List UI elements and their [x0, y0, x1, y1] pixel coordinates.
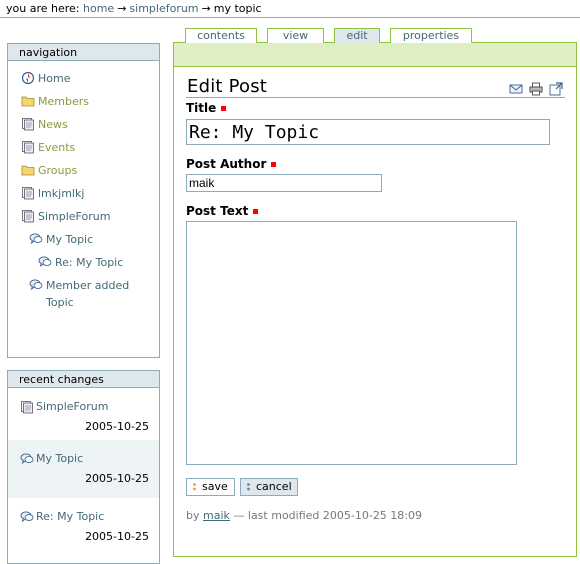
- fullscreen-icon[interactable]: [549, 82, 563, 96]
- folder-icon: [21, 96, 35, 107]
- recent-change-link[interactable]: SimpleForum: [36, 400, 108, 414]
- byline-author-link[interactable]: maik: [203, 509, 230, 522]
- recent-change-date: 2005-10-25: [85, 472, 149, 485]
- comment-icon: [29, 279, 43, 291]
- author-label-text: Post Author: [186, 157, 267, 171]
- tab-view[interactable]: view: [267, 28, 324, 43]
- title-field-label: Title: [186, 101, 227, 115]
- nav-item-label[interactable]: Groups: [38, 162, 77, 179]
- nav-item-member-added-topic[interactable]: Member added Topic: [8, 274, 159, 314]
- content-tabs: contents view edit properties: [185, 28, 482, 43]
- required-marker: [253, 209, 259, 214]
- breadcrumb-simpleforum-link[interactable]: simpleforum: [129, 2, 198, 15]
- breadcrumb-home-link[interactable]: home: [83, 2, 114, 15]
- document-icon: [21, 401, 33, 414]
- content-action-bar: [174, 43, 576, 67]
- recent-change-item[interactable]: My Topic 2005-10-25: [8, 440, 159, 498]
- nav-item-my-topic[interactable]: My Topic: [8, 228, 159, 251]
- cancel-button-icon: [247, 483, 250, 491]
- recent-change-link[interactable]: Re: My Topic: [36, 510, 104, 524]
- comment-icon: [20, 511, 34, 523]
- save-button[interactable]: save: [186, 478, 235, 496]
- home-icon: [21, 71, 35, 85]
- nav-item-news[interactable]: News: [8, 113, 159, 136]
- breadcrumb-separator: →: [201, 2, 211, 15]
- nav-item-label[interactable]: Member added Topic: [46, 277, 136, 311]
- tab-contents[interactable]: contents: [185, 28, 257, 43]
- cancel-button-label: cancel: [256, 480, 292, 493]
- tab-properties[interactable]: properties: [390, 28, 472, 43]
- mail-icon[interactable]: [509, 82, 523, 96]
- recent-change-link[interactable]: My Topic: [36, 452, 83, 466]
- save-button-label: save: [202, 480, 228, 493]
- nav-item-label[interactable]: News: [38, 116, 68, 133]
- required-marker: [221, 106, 227, 111]
- recent-change-date: 2005-10-25: [85, 530, 149, 543]
- recent-change-item[interactable]: SimpleForum 2005-10-25: [8, 388, 159, 440]
- byline-modified: — last modified 2005-10-25 18:09: [233, 509, 423, 522]
- print-icon[interactable]: [529, 82, 543, 96]
- breadcrumb-prefix: you are here:: [6, 2, 80, 15]
- nav-item-label[interactable]: My Topic: [46, 231, 93, 248]
- topic-icon: [22, 141, 34, 154]
- nav-item-simpleforum[interactable]: SimpleForum: [8, 205, 159, 228]
- nav-item-label[interactable]: lmkjmlkj: [38, 185, 84, 202]
- document-icon: [22, 187, 34, 200]
- nav-item-label[interactable]: Re: My Topic: [55, 254, 123, 271]
- nav-item-events[interactable]: Events: [8, 136, 159, 159]
- nav-item-groups[interactable]: Groups: [8, 159, 159, 182]
- document-actions: [509, 82, 563, 96]
- cancel-button[interactable]: cancel: [240, 478, 298, 496]
- post-text-textarea[interactable]: [186, 221, 517, 465]
- tab-edit[interactable]: edit: [334, 28, 380, 43]
- title-divider: [186, 97, 565, 98]
- title-input[interactable]: [186, 119, 550, 145]
- save-button-icon: [193, 483, 196, 491]
- navigation-list: Home Members News Events Groups lmkjmlkj: [8, 61, 159, 318]
- required-marker: [271, 162, 277, 167]
- breadcrumb-current: my topic: [213, 2, 262, 15]
- nav-item-label[interactable]: SimpleForum: [38, 208, 110, 225]
- nav-item-label[interactable]: Members: [38, 93, 89, 110]
- navigation-portlet-title: navigation: [7, 43, 160, 61]
- byline-prefix: by: [186, 509, 200, 522]
- text-field-label: Post Text: [186, 204, 259, 218]
- recent-changes-portlet-title: recent changes: [7, 370, 160, 388]
- topic-icon: [22, 118, 34, 131]
- nav-item-members[interactable]: Members: [8, 90, 159, 113]
- comment-icon: [20, 453, 34, 465]
- recent-change-date: 2005-10-25: [85, 420, 149, 433]
- nav-item-re-my-topic[interactable]: Re: My Topic: [8, 251, 159, 274]
- navigation-portlet: navigation Home Members News Events Grou…: [7, 43, 160, 358]
- breadcrumb-separator: →: [117, 2, 127, 15]
- nav-item-label[interactable]: Events: [38, 139, 75, 156]
- breadcrumb: you are here: home → simpleforum → my topic: [6, 2, 262, 15]
- recent-changes-portlet: recent changes SimpleForum 2005-10-25 My…: [7, 370, 160, 564]
- comment-icon: [38, 256, 52, 268]
- recent-changes-portlet-body: SimpleForum 2005-10-25 My Topic 2005-10-…: [7, 388, 160, 564]
- breadcrumb-divider: [0, 17, 580, 18]
- navigation-portlet-body: Home Members News Events Groups lmkjmlkj: [7, 61, 160, 358]
- author-field-label: Post Author: [186, 157, 277, 171]
- folder-icon: [21, 165, 35, 176]
- document-byline: by maik — last modified 2005-10-25 18:09: [186, 509, 422, 522]
- nav-item-label[interactable]: Home: [38, 70, 70, 87]
- text-label-text: Post Text: [186, 204, 249, 218]
- document-icon: [22, 210, 34, 223]
- nav-item-lmkjmlkj[interactable]: lmkjmlkj: [8, 182, 159, 205]
- recent-change-item[interactable]: Re: My Topic 2005-10-25: [8, 498, 159, 550]
- author-input[interactable]: [186, 174, 382, 192]
- page-title: Edit Post: [187, 76, 268, 97]
- comment-icon: [29, 233, 43, 245]
- nav-item-home[interactable]: Home: [8, 67, 159, 90]
- title-label-text: Title: [186, 101, 217, 115]
